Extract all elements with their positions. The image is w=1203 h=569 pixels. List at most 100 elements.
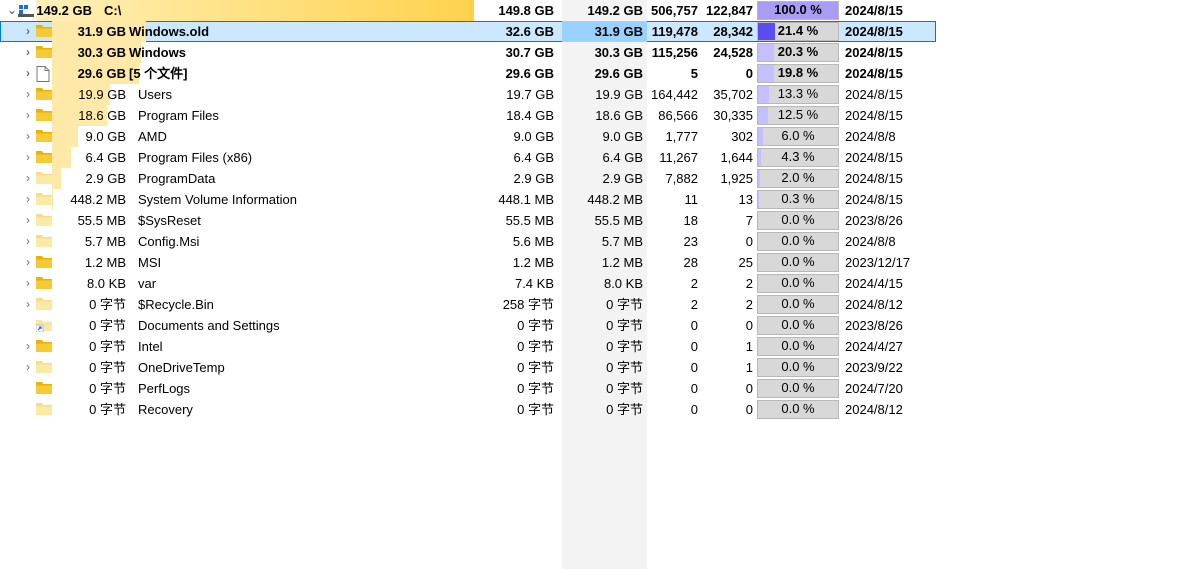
folder-count: 7 — [745, 213, 753, 228]
chevron-right-icon[interactable]: › — [22, 357, 34, 378]
folder-icon-light — [36, 234, 52, 248]
allocated-size: 55.5 MB — [505, 213, 554, 228]
modified-date: 2024/8/15 — [845, 45, 903, 60]
modified-date: 2024/8/12 — [845, 297, 903, 312]
tree-row[interactable]: 0 字节 PerfLogs 0 字节 0 字节 0 0 0.0 % 2024/7/20 — [0, 378, 1203, 399]
chevron-right-icon[interactable]: › — [22, 42, 34, 63]
size-label: 6.4 GB — [85, 150, 126, 165]
tree-row[interactable]: › 5.7 MB Config.Msi 5.6 MB 5.7 MB 23 0 0.0 % 202… — [0, 231, 1203, 252]
chevron-right-icon[interactable]: › — [22, 336, 34, 357]
chevron-right-icon[interactable]: › — [22, 147, 34, 168]
size-label: 18.6 GB — [78, 108, 126, 123]
tree-row[interactable]: › 55.5 MB $SysReset 55.5 MB 55.5 MB 18 7 0.0 % 2… — [0, 210, 1203, 231]
modified-date: 2024/7/20 — [845, 381, 903, 396]
modified-date: 2024/4/27 — [845, 339, 903, 354]
folder-count: 0 — [745, 381, 753, 396]
chevron-right-icon[interactable]: › — [22, 84, 34, 105]
tree-row[interactable]: › 31.9 GB Windows.old 32.6 GB 31.9 GB 119,478… — [0, 21, 936, 42]
size-label: 0 字节 — [89, 339, 126, 354]
folder-icon-light — [36, 297, 52, 311]
allocated-size: 7.4 KB — [514, 276, 554, 291]
folder-icon-light — [36, 213, 52, 227]
file-count: 0 — [690, 381, 698, 396]
root-drive-row[interactable]: ⌄ 149.2 GB C:\ 149.8 GB 149.2 GB 506,757… — [0, 0, 1203, 21]
modified-date: 2024/8/15 — [845, 66, 903, 81]
item-name: $Recycle.Bin — [138, 297, 214, 312]
file-count: 0 — [690, 339, 698, 354]
tree-row[interactable]: › 0 字节 $Recycle.Bin 258 字节 0 字节 2 2 0.0 % 2024/8… — [0, 294, 1203, 315]
percent-label: 100.0 % — [774, 2, 822, 17]
item-name: Users — [138, 87, 172, 102]
directory-tree[interactable]: ⌄ 149.2 GB C:\ 149.8 GB 149.2 GB 506,757… — [0, 0, 1203, 420]
chevron-right-icon[interactable]: › — [22, 210, 34, 231]
chevron-right-icon[interactable]: › — [22, 294, 34, 315]
folder-count: 0 — [745, 318, 753, 333]
file-count: 2 — [690, 276, 698, 291]
percent-label: 6.0 % — [781, 128, 815, 143]
folder-count: 1,644 — [720, 150, 753, 165]
file-count: 1,777 — [665, 129, 698, 144]
folder-count: 35,702 — [713, 87, 753, 102]
size-label: 19.9 GB — [78, 87, 126, 102]
size: 29.6 GB — [594, 66, 643, 81]
drive-icon — [18, 3, 34, 17]
folder-icon — [36, 24, 52, 38]
chevron-right-icon[interactable]: › — [22, 189, 34, 210]
percent-label: 0.0 % — [781, 317, 815, 332]
size-label: 8.0 KB — [86, 276, 126, 291]
folder-count: 28,342 — [713, 24, 753, 39]
chevron-right-icon[interactable]: › — [22, 21, 34, 42]
tree-row[interactable]: › 8.0 KB var 7.4 KB 8.0 KB 2 2 0.0 % 2024/4/15 — [0, 273, 1203, 294]
size-label: 0 字节 — [89, 402, 126, 417]
chevron-right-icon[interactable]: › — [22, 231, 34, 252]
file-count: 119,478 — [651, 24, 698, 39]
tree-row[interactable]: › 18.6 GB Program Files 18.4 GB 18.6 GB 86,56… — [0, 105, 1203, 126]
percent-label: 0.0 % — [781, 380, 815, 395]
size: 0 字节 — [606, 402, 643, 417]
folder-count: 122,847 — [706, 3, 753, 18]
tree-row[interactable]: › 19.9 GB Users 19.7 GB 19.9 GB 164,442 35,702… — [0, 84, 1203, 105]
percent-label: 0.3 % — [781, 191, 815, 206]
folder-count: 0 — [745, 66, 753, 81]
tree-row[interactable]: › 1.2 MB MSI 1.2 MB 1.2 MB 28 25 0.0 % 2023/12/1… — [0, 252, 1203, 273]
modified-date: 2024/8/8 — [845, 129, 896, 144]
percent-label: 0.0 % — [781, 338, 815, 353]
file-count: 115,256 — [651, 45, 698, 60]
file-count: 0 — [690, 402, 698, 417]
chevron-right-icon[interactable]: › — [22, 252, 34, 273]
tree-row[interactable]: › 6.4 GB Program Files (x86) 6.4 GB 6.4 GB 11… — [0, 147, 1203, 168]
tree-row[interactable]: › 0 字节 Intel 0 字节 0 字节 0 1 0.0 % 2024/4/27 — [0, 336, 1203, 357]
size-label: 2.9 GB — [85, 171, 126, 186]
tree-row[interactable]: › 0 字节 OneDriveTemp 0 字节 0 字节 0 1 0.0 % 2023/9/2… — [0, 357, 1203, 378]
size-bar — [36, 0, 474, 21]
tree-row[interactable]: › 9.0 GB AMD 9.0 GB 9.0 GB 1,777 302 6.0 % 2024/… — [0, 126, 1203, 147]
tree-row[interactable]: › 2.9 GB ProgramData 2.9 GB 2.9 GB 7,882 1,925… — [0, 168, 1203, 189]
modified-date: 2024/8/15 — [845, 108, 903, 123]
percent-bar: 0.0 % — [757, 232, 839, 251]
tree-row[interactable]: › 30.3 GB Windows 30.7 GB 30.3 GB 115,256 24,5… — [0, 42, 1203, 63]
chevron-right-icon[interactable]: › — [22, 273, 34, 294]
chevron-right-icon[interactable]: › — [22, 105, 34, 126]
size: 448.2 MB — [587, 192, 643, 207]
chevron-down-icon[interactable]: ⌄ — [6, 0, 18, 21]
tree-row[interactable]: › 448.2 MB System Volume Information 448.1 … — [0, 189, 1203, 210]
chevron-right-icon[interactable]: › — [22, 63, 34, 84]
tree-row[interactable]: › 29.6 GB [5 个文件] 29.6 GB 29.6 GB 5 0 19.8 % 202… — [0, 63, 1203, 84]
file-count: 86,566 — [658, 108, 698, 123]
modified-date: 2023/8/26 — [845, 318, 903, 333]
chevron-right-icon[interactable]: › — [22, 126, 34, 147]
size: 2.9 GB — [602, 171, 643, 186]
folder-count: 30,335 — [713, 108, 753, 123]
percent-bar: 0.0 % — [757, 295, 839, 314]
size-label: 31.9 GB — [77, 24, 126, 39]
size: 31.9 GB — [562, 21, 647, 42]
tree-row[interactable]: 0 字节 Documents and Settings 0 字节 0 字节 0 0 0.0 … — [0, 315, 1203, 336]
percent-label: 12.5 % — [777, 107, 819, 122]
percent-bar: 0.3 % — [757, 190, 839, 209]
percent-bar: 13.3 % — [757, 85, 839, 104]
percent-label: 0.0 % — [781, 401, 815, 416]
allocated-size: 0 字节 — [517, 402, 554, 417]
tree-row[interactable]: 0 字节 Recovery 0 字节 0 字节 0 0 0.0 % 2024/8/12 — [0, 399, 1203, 420]
chevron-right-icon[interactable]: › — [22, 168, 34, 189]
file-count: 506,757 — [651, 3, 698, 18]
